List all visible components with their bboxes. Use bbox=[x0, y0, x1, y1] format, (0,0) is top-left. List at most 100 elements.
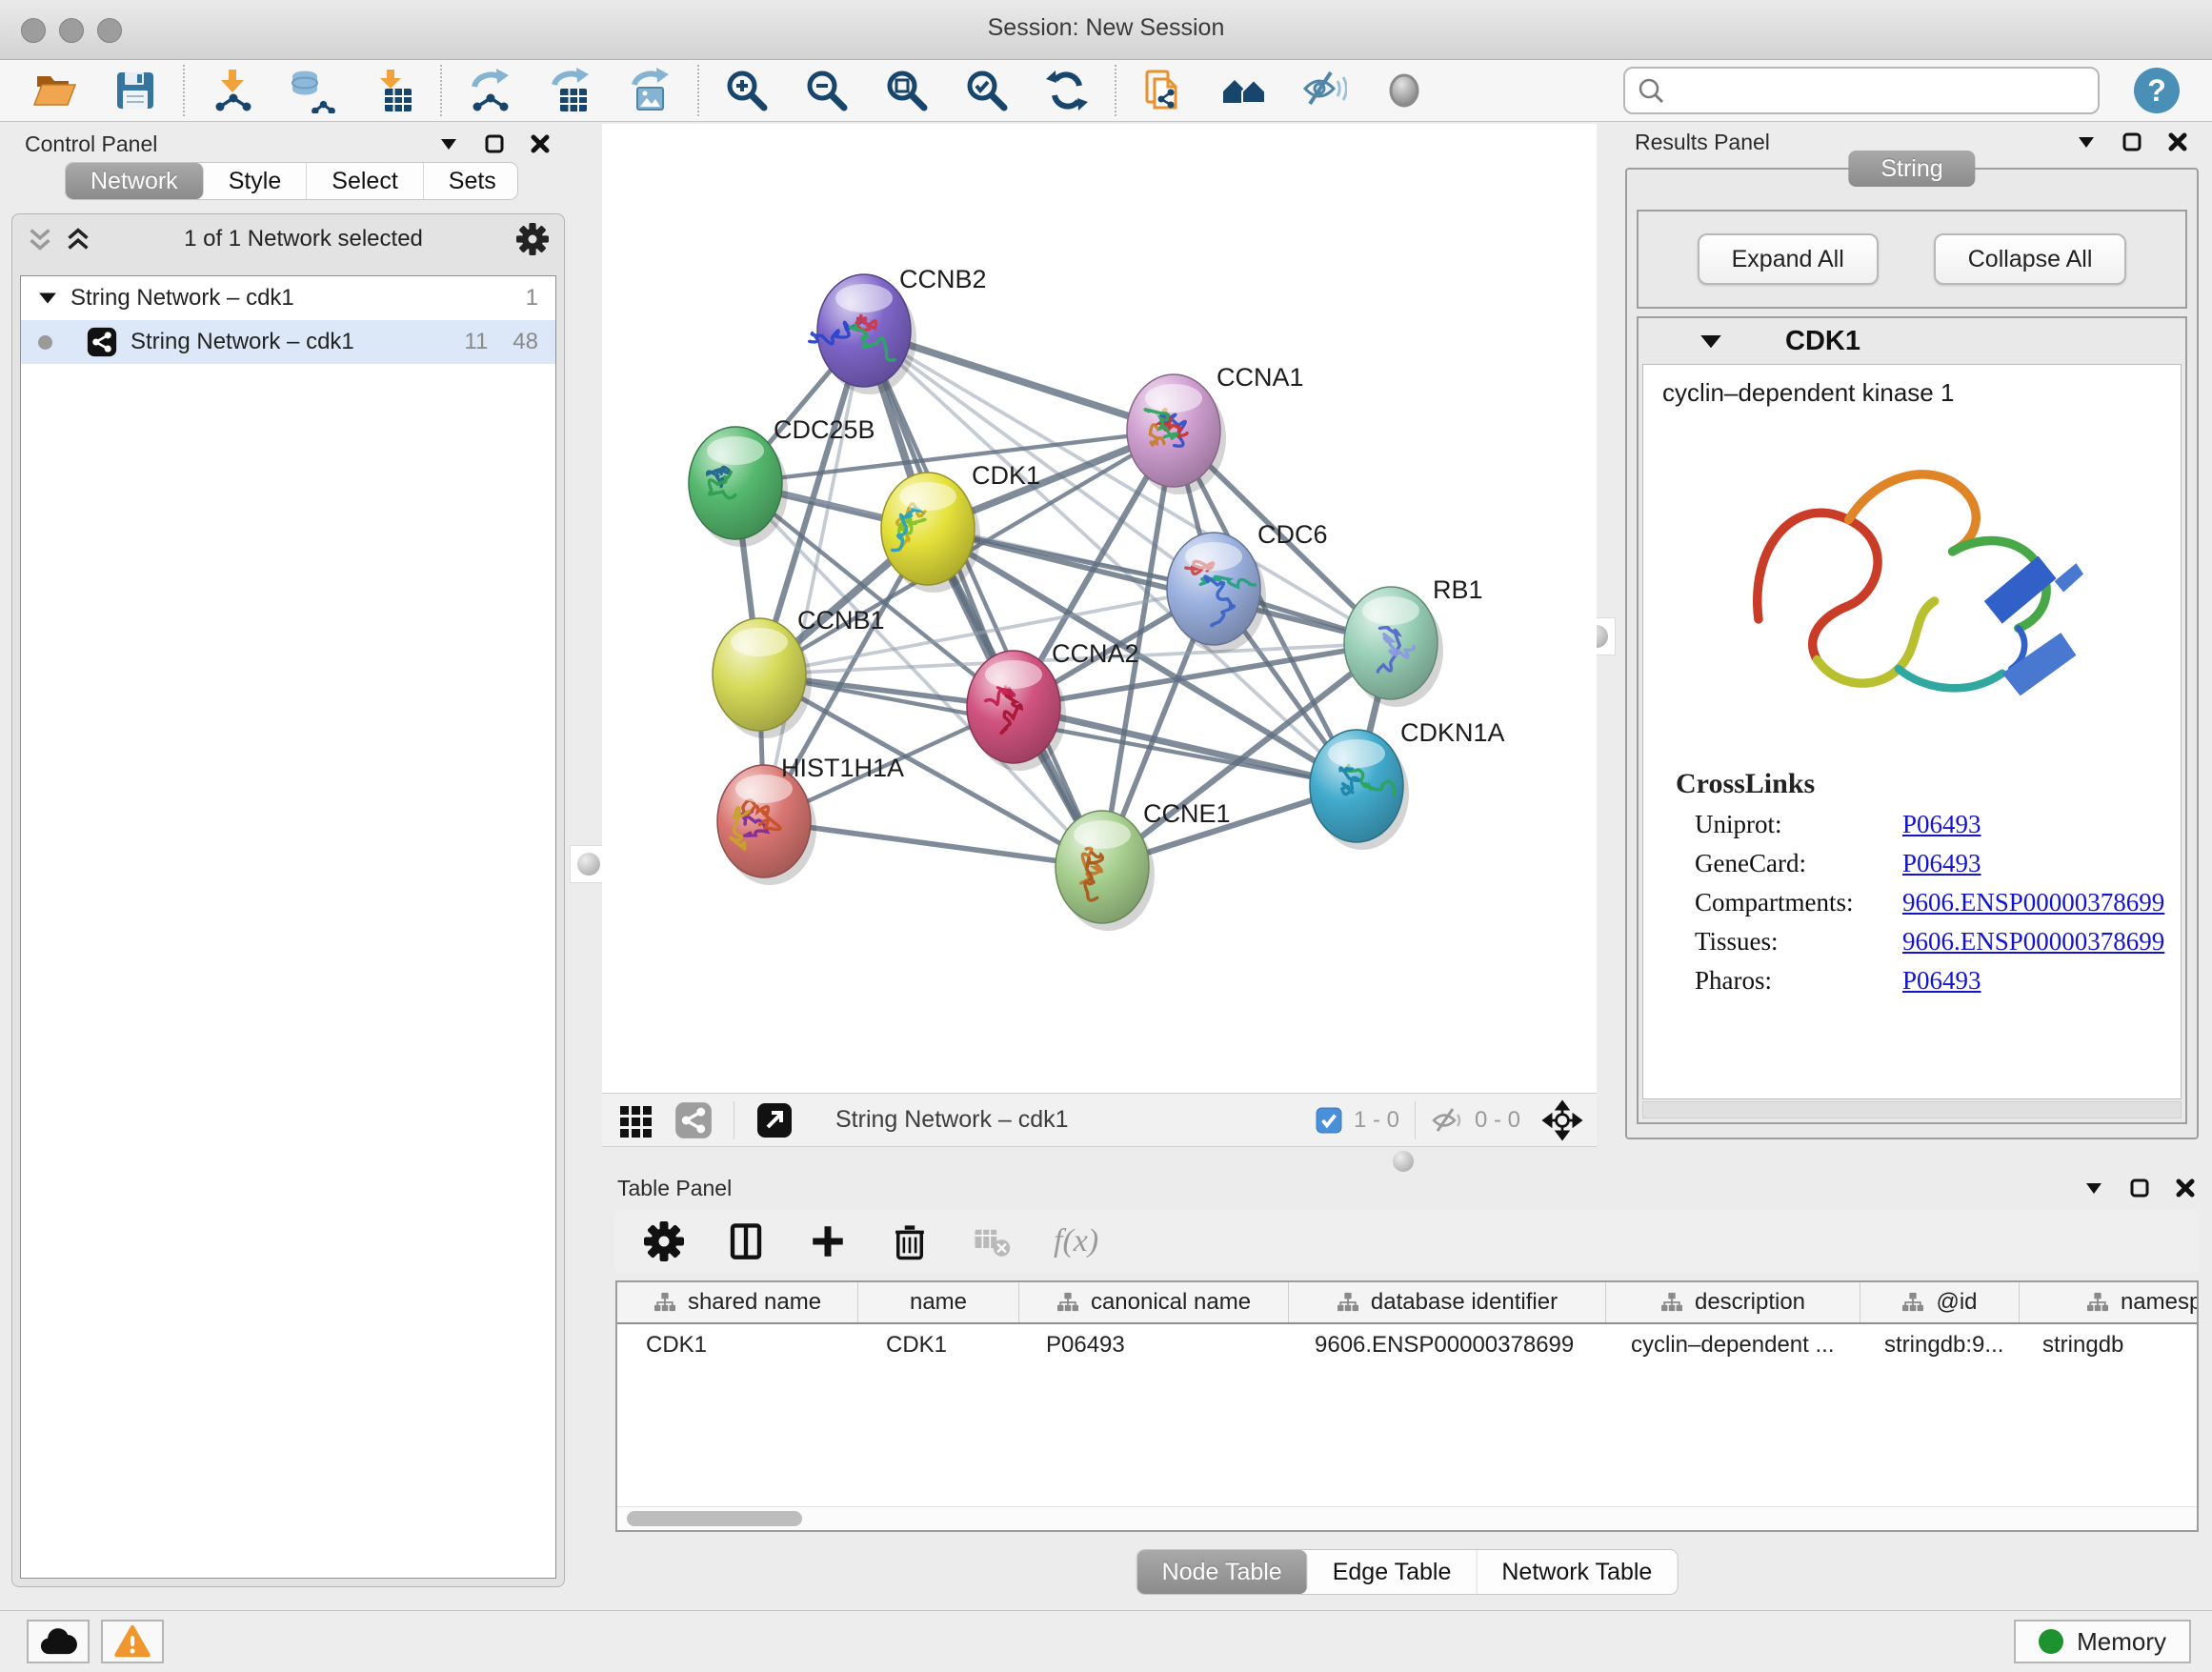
results-scrollbar[interactable] bbox=[1642, 1101, 2182, 1118]
network-node-HIST1H1A[interactable] bbox=[717, 765, 816, 885]
expand-all-button[interactable]: Expand All bbox=[1698, 233, 1879, 285]
crosslink-link[interactable]: P06493 bbox=[1902, 849, 1981, 878]
hide-graphics-button[interactable] bbox=[1284, 64, 1364, 117]
column-header-description[interactable]: description bbox=[1606, 1282, 1860, 1322]
help-button[interactable]: ? bbox=[2134, 68, 2180, 113]
save-session-button[interactable] bbox=[95, 64, 175, 117]
string-network-badge-icon[interactable] bbox=[673, 1099, 714, 1141]
open-session-button[interactable] bbox=[15, 64, 95, 117]
clone-network-button[interactable] bbox=[1124, 64, 1204, 117]
tab-select[interactable]: Select bbox=[307, 163, 423, 199]
column-header-@id[interactable]: @id bbox=[1860, 1282, 2020, 1322]
tab-network[interactable]: Network bbox=[66, 163, 204, 199]
search-input[interactable] bbox=[1665, 76, 2086, 105]
import-network-file-button[interactable] bbox=[192, 64, 272, 117]
network-node-RB1[interactable] bbox=[1344, 587, 1443, 707]
cloud-status-button[interactable] bbox=[27, 1620, 90, 1663]
home-view-button[interactable] bbox=[1204, 64, 1284, 117]
bottom-splitter-handle[interactable] bbox=[1393, 1151, 1414, 1172]
network-options-gear-icon[interactable] bbox=[516, 223, 549, 255]
maximize-panel-icon[interactable] bbox=[2121, 131, 2143, 153]
network-collection-row[interactable]: String Network – cdk1 1 bbox=[21, 276, 555, 320]
column-header-namespace[interactable]: namespace bbox=[2020, 1282, 2199, 1322]
toolbar-search[interactable] bbox=[1623, 67, 2100, 114]
crosslink-link[interactable]: 9606.ENSP00000378699 bbox=[1902, 888, 2164, 917]
add-column-icon[interactable] bbox=[808, 1221, 848, 1261]
scrollbar-thumb[interactable] bbox=[627, 1511, 802, 1526]
network-node-CDC6[interactable] bbox=[1167, 533, 1266, 653]
birdseye-view-button[interactable] bbox=[1364, 64, 1444, 117]
selected-checkbox-icon[interactable] bbox=[1316, 1107, 1342, 1134]
table-row[interactable]: CDK1CDK1P064939606.ENSP00000378699cyclin… bbox=[617, 1324, 2199, 1366]
import-network-database-button[interactable] bbox=[272, 64, 352, 117]
node-table[interactable]: shared namenamecanonical namedatabase id… bbox=[615, 1280, 2199, 1532]
column-header-name[interactable]: name bbox=[858, 1282, 1019, 1322]
show-columns-icon[interactable] bbox=[726, 1221, 766, 1261]
float-panel-icon[interactable] bbox=[2075, 131, 2098, 153]
tab-style[interactable]: Style bbox=[204, 163, 308, 199]
column-header-shared-name[interactable]: shared name bbox=[617, 1282, 858, 1322]
expand-all-networks-icon[interactable] bbox=[66, 227, 90, 252]
table-options-gear-icon[interactable] bbox=[644, 1221, 684, 1261]
tab-node-table[interactable]: Node Table bbox=[1137, 1550, 1308, 1594]
zoom-fit-button[interactable] bbox=[867, 64, 947, 117]
refresh-button[interactable] bbox=[1027, 64, 1107, 117]
export-network-button[interactable] bbox=[450, 64, 530, 117]
network-node-CCNA2[interactable] bbox=[967, 651, 1066, 771]
detach-view-icon[interactable] bbox=[754, 1099, 795, 1141]
tab-network-table[interactable]: Network Table bbox=[1477, 1550, 1677, 1594]
memory-button[interactable]: Memory bbox=[2014, 1620, 2191, 1663]
crosslink-link[interactable]: P06493 bbox=[1902, 966, 1981, 996]
crosslink-link[interactable]: 9606.ENSP00000378699 bbox=[1902, 927, 2164, 957]
tab-string[interactable]: String bbox=[1848, 151, 1975, 187]
warnings-button[interactable] bbox=[101, 1620, 164, 1663]
zoom-in-button[interactable] bbox=[707, 64, 787, 117]
table-cell[interactable]: CDK1 bbox=[617, 1324, 857, 1366]
float-panel-icon[interactable] bbox=[2082, 1177, 2105, 1199]
close-panel-icon[interactable] bbox=[2166, 131, 2189, 153]
network-graph[interactable]: CCNB2CCNA1CDC25BCDK1CDC6RB1CCNB1CCNA2CDK… bbox=[602, 124, 1597, 1093]
export-table-button[interactable] bbox=[530, 64, 610, 117]
network-row[interactable]: String Network – cdk1 11 48 bbox=[21, 320, 555, 364]
network-node-CCNA1[interactable] bbox=[1127, 374, 1226, 494]
section-collapse-icon[interactable] bbox=[1699, 332, 1722, 351]
network-node-CCNB1[interactable] bbox=[713, 618, 812, 738]
collapse-all-networks-icon[interactable] bbox=[28, 227, 52, 252]
collection-expand-icon[interactable] bbox=[38, 290, 57, 307]
zoom-out-button[interactable] bbox=[787, 64, 867, 117]
close-panel-icon[interactable] bbox=[2174, 1177, 2197, 1199]
table-cell[interactable]: CDK1 bbox=[857, 1324, 1017, 1366]
float-panel-icon[interactable] bbox=[437, 132, 460, 155]
crosslink-label: Uniprot: bbox=[1695, 810, 1902, 839]
hidden-eye-slash-icon[interactable] bbox=[1431, 1106, 1463, 1135]
network-node-CDC25B[interactable] bbox=[689, 427, 788, 547]
table-cell[interactable]: 9606.ENSP00000378699 bbox=[1286, 1324, 1602, 1366]
tab-sets[interactable]: Sets bbox=[424, 163, 518, 199]
network-node-CCNE1[interactable] bbox=[1056, 811, 1155, 931]
column-header-database-identifier[interactable]: database identifier bbox=[1289, 1282, 1606, 1322]
network-canvas[interactable]: CCNB2CCNA1CDC25BCDK1CDC6RB1CCNB1CCNA2CDK… bbox=[602, 124, 1597, 1093]
maximize-panel-icon[interactable] bbox=[2128, 1177, 2151, 1199]
network-node-CDK1[interactable] bbox=[881, 473, 980, 593]
center-view-icon[interactable] bbox=[1541, 1099, 1583, 1141]
table-cell[interactable]: cyclin–dependent ... bbox=[1602, 1324, 1856, 1366]
network-edge[interactable] bbox=[864, 331, 1102, 867]
zoom-selected-button[interactable] bbox=[947, 64, 1027, 117]
crosslink-link[interactable]: P06493 bbox=[1902, 810, 1981, 839]
grid-view-icon[interactable] bbox=[615, 1099, 657, 1141]
collapse-all-button[interactable]: Collapse All bbox=[1934, 233, 2127, 285]
table-horizontal-scrollbar[interactable] bbox=[617, 1506, 2197, 1530]
table-cell[interactable]: stringdb:9... bbox=[1856, 1324, 2014, 1366]
tab-edge-table[interactable]: Edge Table bbox=[1308, 1550, 1478, 1594]
close-panel-icon[interactable] bbox=[529, 132, 552, 155]
import-table-button[interactable] bbox=[352, 64, 432, 117]
network-node-CDKN1A[interactable] bbox=[1310, 730, 1409, 850]
maximize-panel-icon[interactable] bbox=[483, 132, 506, 155]
save-floppy-icon bbox=[112, 68, 158, 113]
column-header-canonical-name[interactable]: canonical name bbox=[1019, 1282, 1289, 1322]
table-cell[interactable]: stringdb bbox=[2014, 1324, 2199, 1366]
export-image-button[interactable] bbox=[610, 64, 690, 117]
table-cell[interactable]: P06493 bbox=[1017, 1324, 1286, 1366]
delete-column-icon[interactable] bbox=[890, 1221, 930, 1261]
node-section-header[interactable]: CDK1 bbox=[1639, 318, 2185, 364]
